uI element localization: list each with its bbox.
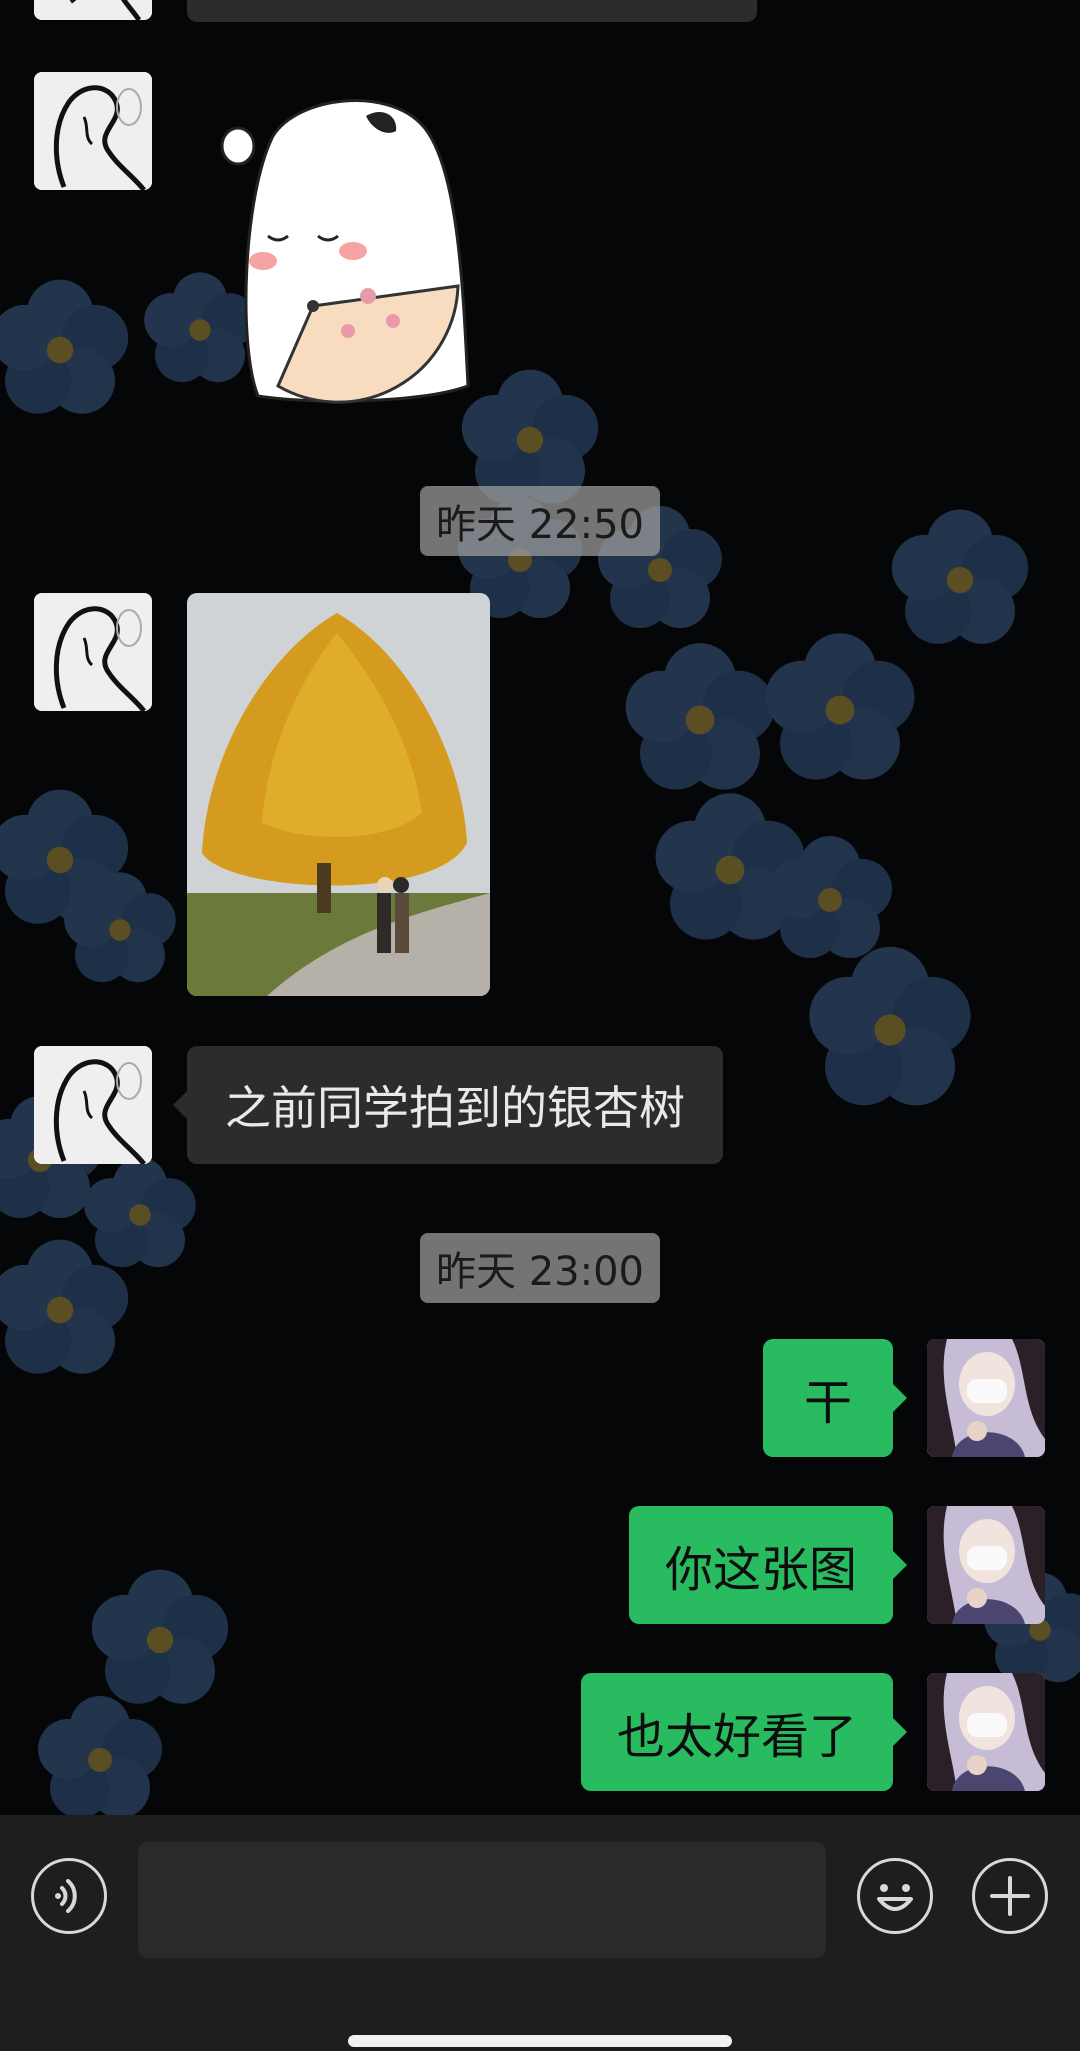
timestamp: 昨天 22:50 — [420, 486, 660, 556]
chat-background — [0, 0, 1080, 1815]
message-text: 之前同学拍到的银杏树 — [225, 1081, 685, 1135]
voice-button[interactable] — [31, 1858, 107, 1934]
ginkgo-photo[interactable] — [187, 593, 490, 996]
peer-avatar[interactable] — [34, 72, 152, 190]
sticker-image[interactable] — [218, 86, 486, 404]
plus-icon — [990, 1876, 1030, 1916]
message-text: 你这张图 — [664, 1542, 857, 1598]
self-message-bubble[interactable]: 干 — [763, 1339, 907, 1457]
peer-message-bubble-partial[interactable] — [187, 0, 757, 22]
peer-avatar[interactable] — [34, 1046, 152, 1164]
plus-button[interactable] — [972, 1858, 1048, 1934]
message-text: 干 — [803, 1375, 852, 1431]
message-text: 也太好看了 — [616, 1709, 857, 1765]
self-message-bubble[interactable]: 你这张图 — [628, 1506, 908, 1624]
self-avatar[interactable] — [927, 1339, 1045, 1457]
peer-avatar[interactable] — [34, 0, 152, 20]
self-avatar[interactable] — [927, 1673, 1045, 1791]
emoji-icon — [877, 1884, 913, 1911]
home-indicator[interactable] — [348, 2035, 732, 2047]
emoji-button[interactable] — [857, 1858, 933, 1934]
self-message-bubble[interactable]: 也太好看了 — [580, 1673, 908, 1791]
self-avatar[interactable] — [927, 1506, 1045, 1624]
message-input[interactable] — [138, 1842, 826, 1958]
voice-icon — [55, 1879, 77, 1913]
peer-message-bubble[interactable]: 之前同学拍到的银杏树 — [173, 1046, 723, 1164]
timestamp: 昨天 23:00 — [420, 1233, 660, 1303]
peer-avatar[interactable] — [34, 593, 152, 711]
